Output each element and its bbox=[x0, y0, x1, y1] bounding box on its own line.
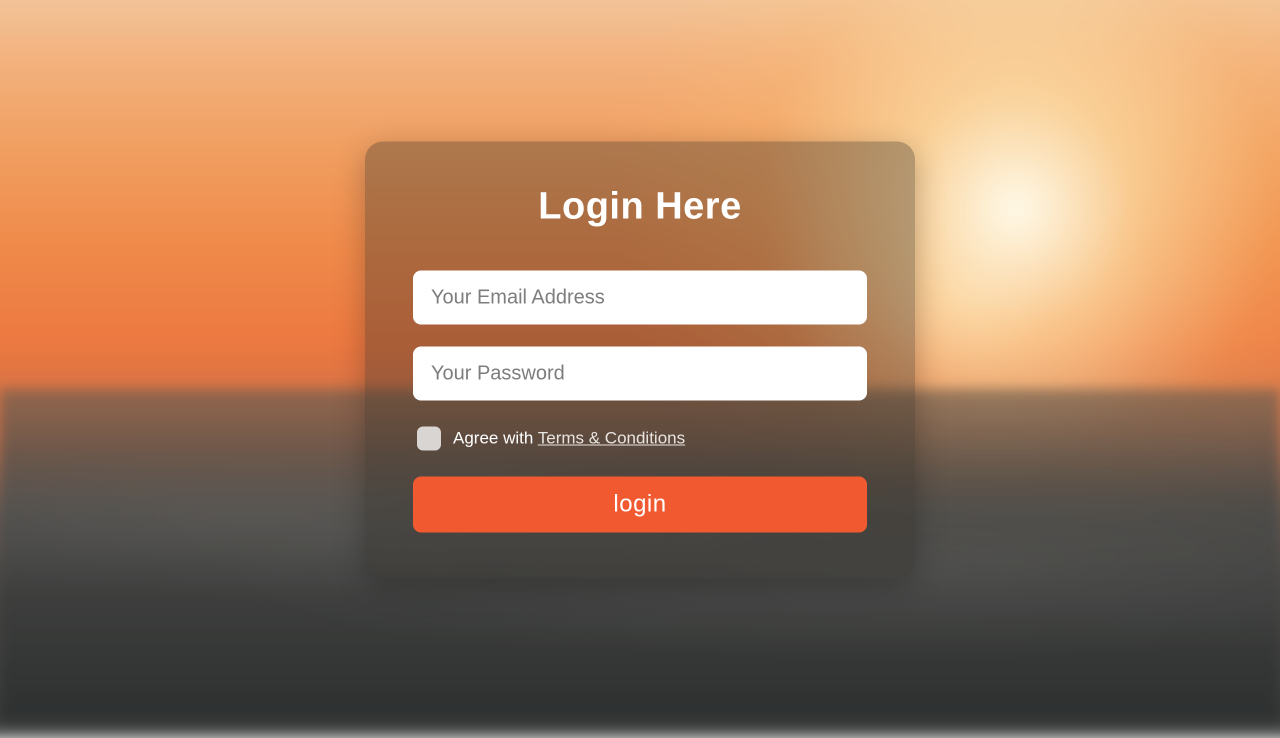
terms-link[interactable]: Terms & Conditions bbox=[538, 429, 685, 448]
terms-checkbox[interactable] bbox=[417, 427, 441, 451]
login-card: Login Here Agree with Terms & Conditions… bbox=[365, 142, 915, 579]
agree-prefix: Agree with bbox=[453, 429, 538, 448]
agree-row: Agree with Terms & Conditions bbox=[417, 427, 867, 451]
email-input[interactable] bbox=[413, 271, 867, 325]
login-button[interactable]: login bbox=[413, 477, 867, 533]
password-input[interactable] bbox=[413, 347, 867, 401]
agree-label: Agree with Terms & Conditions bbox=[453, 429, 685, 449]
login-title: Login Here bbox=[413, 186, 867, 229]
